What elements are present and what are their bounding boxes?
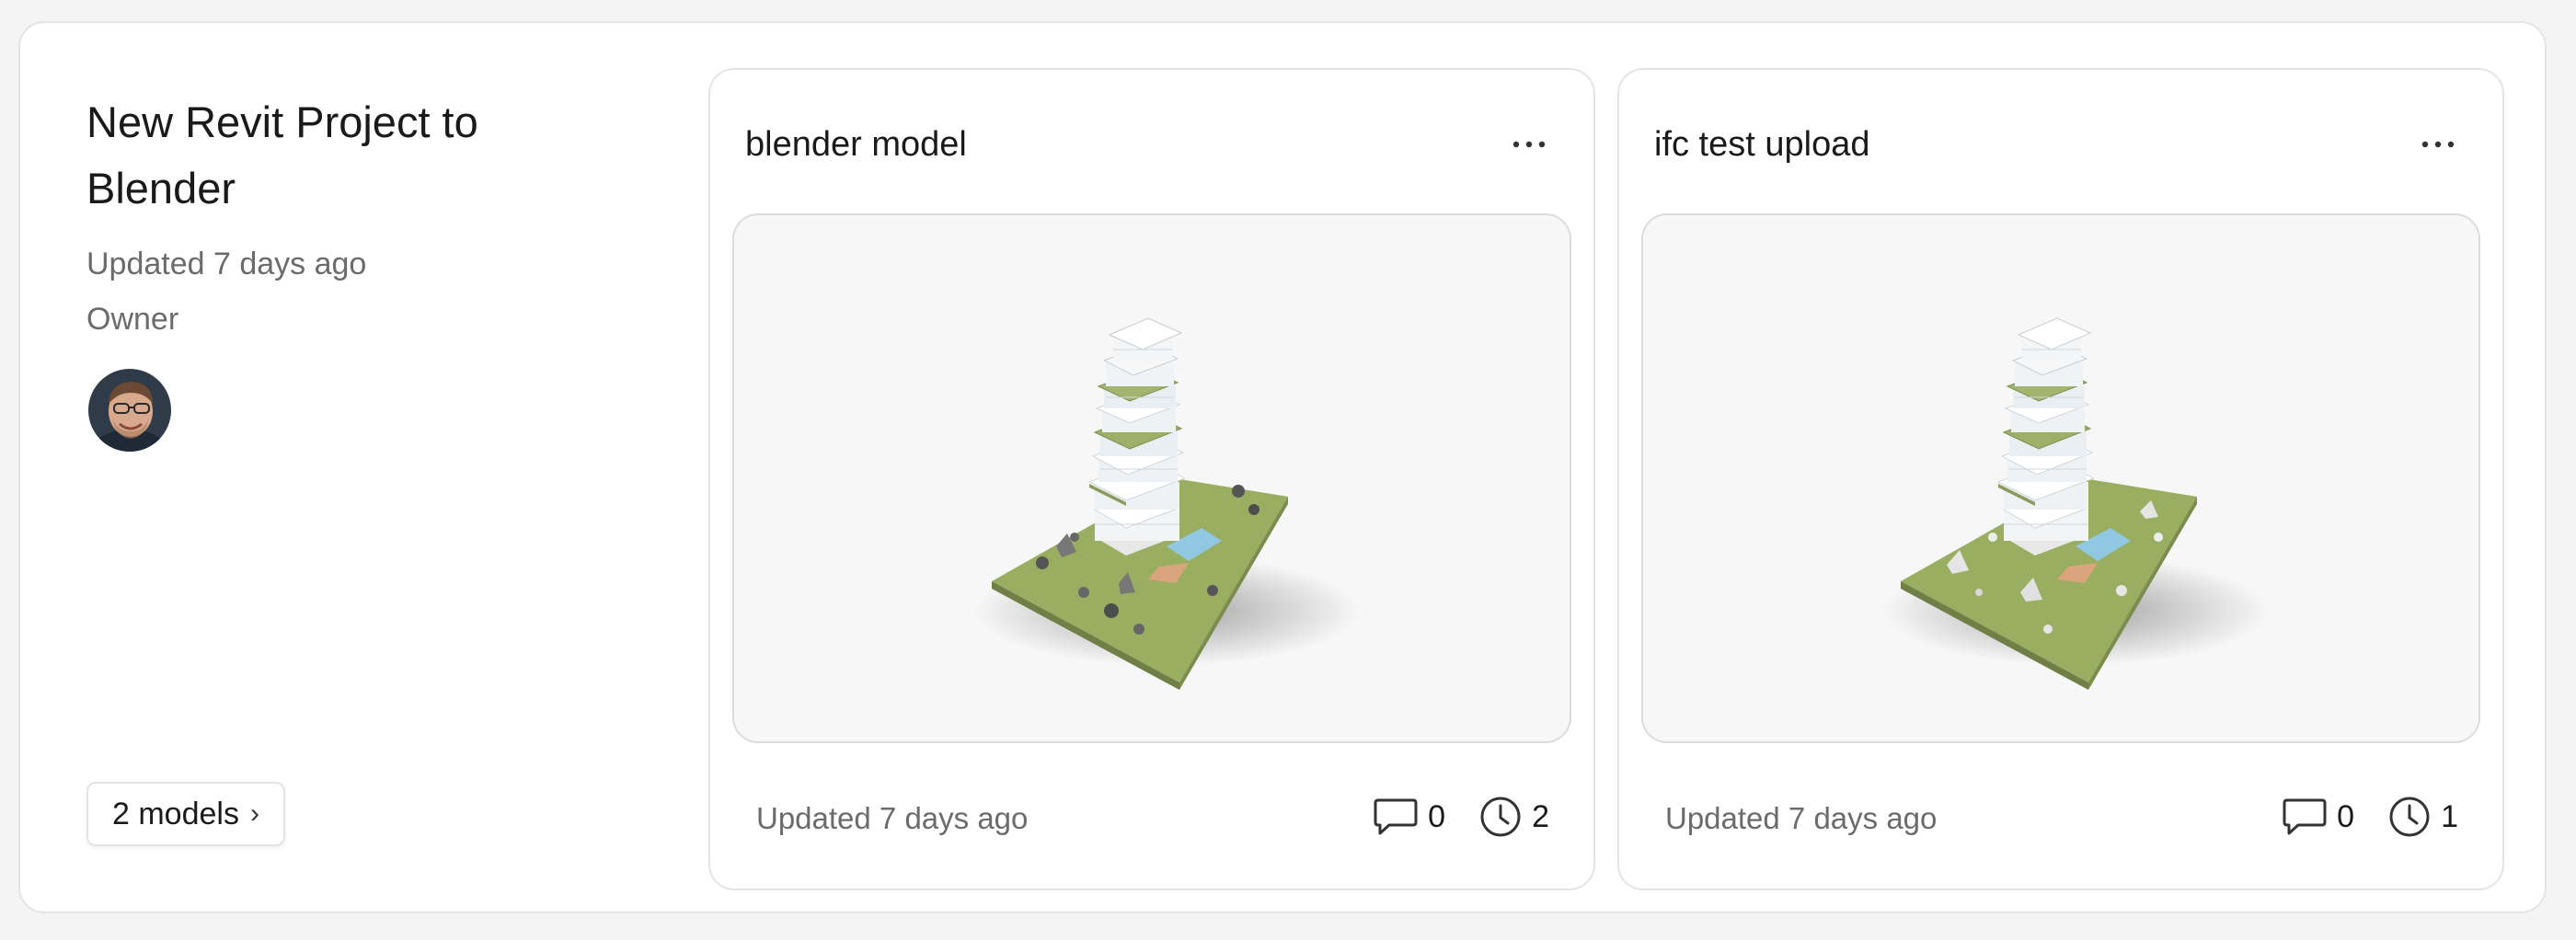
project-title[interactable]: New Revit Project to Blender — [86, 89, 602, 222]
versions-count-value: 1 — [2441, 798, 2458, 834]
more-horizontal-icon — [2421, 141, 2455, 148]
model-preview-thumbnail[interactable] — [732, 213, 1571, 743]
model-card-ifc-test-upload[interactable]: ifc test upload Updated 7 days ago 0 1 — [1617, 68, 2504, 890]
avatar-image — [88, 369, 171, 452]
model-card-blender-model[interactable]: blender model Updated 7 days ago 0 2 — [708, 68, 1595, 890]
models-count-button[interactable]: 2 models › — [86, 782, 285, 846]
model-preview-thumbnail[interactable] — [1641, 213, 2480, 743]
model-name[interactable]: ifc test upload — [1654, 125, 1869, 165]
project-updated-text: Updated 7 days ago — [86, 246, 367, 281]
models-count-label: 2 models — [112, 796, 239, 831]
comments-count-value: 0 — [1428, 798, 1446, 834]
versions-count-value: 2 — [1532, 798, 1549, 834]
clock-icon — [2389, 797, 2430, 837]
more-options-button[interactable] — [1501, 121, 1557, 167]
model-stats: 0 1 — [2282, 795, 2458, 839]
building-model-image — [973, 317, 1360, 690]
model-name[interactable]: blender model — [745, 125, 967, 165]
comments-count[interactable]: 0 — [2282, 797, 2354, 837]
model-updated-text: Updated 7 days ago — [1665, 801, 1938, 835]
model-stats: 0 2 — [1373, 795, 1549, 839]
comment-icon — [2283, 798, 2327, 835]
building-model-image — [1882, 317, 2269, 690]
chevron-right-icon: › — [249, 798, 259, 829]
avatar[interactable] — [88, 369, 171, 452]
clock-icon — [1480, 797, 1521, 837]
more-options-button[interactable] — [2410, 121, 2466, 167]
model-updated-text: Updated 7 days ago — [756, 801, 1029, 835]
comments-count[interactable]: 0 — [1373, 797, 1445, 837]
versions-count[interactable]: 2 — [1478, 795, 1549, 839]
comments-count-value: 0 — [2337, 798, 2355, 834]
comment-icon — [1374, 798, 1418, 835]
project-role: Owner — [86, 302, 179, 337]
more-horizontal-icon — [1512, 141, 1546, 148]
versions-count[interactable]: 1 — [2387, 795, 2458, 839]
project-card[interactable]: New Revit Project to Blender Updated 7 d… — [18, 21, 2547, 913]
